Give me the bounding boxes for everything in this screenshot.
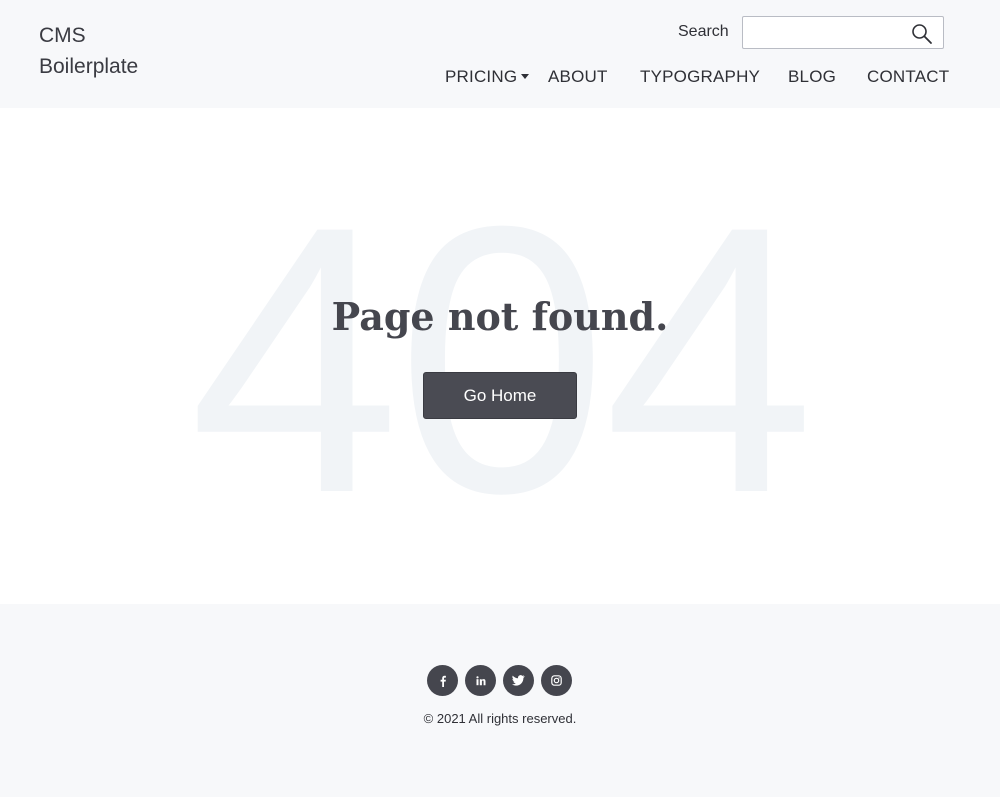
background-404-text: 404 — [188, 147, 815, 572]
search-box — [742, 16, 944, 49]
nav-item-contact[interactable]: CONTACT — [867, 66, 949, 88]
nav-item-typography[interactable]: TYPOGRAPHY — [640, 66, 760, 88]
linkedin-icon[interactable] — [465, 665, 496, 696]
search-label: Search — [678, 23, 729, 40]
facebook-icon[interactable] — [427, 665, 458, 696]
nav-item-label: PRICING — [445, 67, 518, 86]
instagram-icon[interactable] — [541, 665, 572, 696]
go-home-button[interactable]: Go Home — [423, 372, 577, 419]
site-header: CMS Boilerplate Search PRICING ABOUT TYP… — [0, 0, 1000, 108]
nav-item-pricing[interactable]: PRICING — [445, 66, 530, 88]
nav-item-about[interactable]: ABOUT — [548, 66, 608, 88]
twitter-icon[interactable] — [503, 665, 534, 696]
nav-item-blog[interactable]: BLOG — [788, 66, 836, 88]
search-input[interactable] — [749, 21, 909, 45]
copyright-text: © 2021 All rights reserved. — [423, 711, 577, 726]
search-icon[interactable] — [911, 23, 933, 45]
social-links — [427, 665, 572, 696]
main-content: 404 Page not found. Go Home — [0, 108, 1000, 604]
main-nav: PRICING ABOUT TYPOGRAPHY BLOG CONTACT — [0, 66, 1000, 90]
page-title: Page not found. — [331, 294, 669, 339]
site-footer: © 2021 All rights reserved. — [0, 604, 1000, 797]
caret-down-icon — [521, 74, 530, 79]
